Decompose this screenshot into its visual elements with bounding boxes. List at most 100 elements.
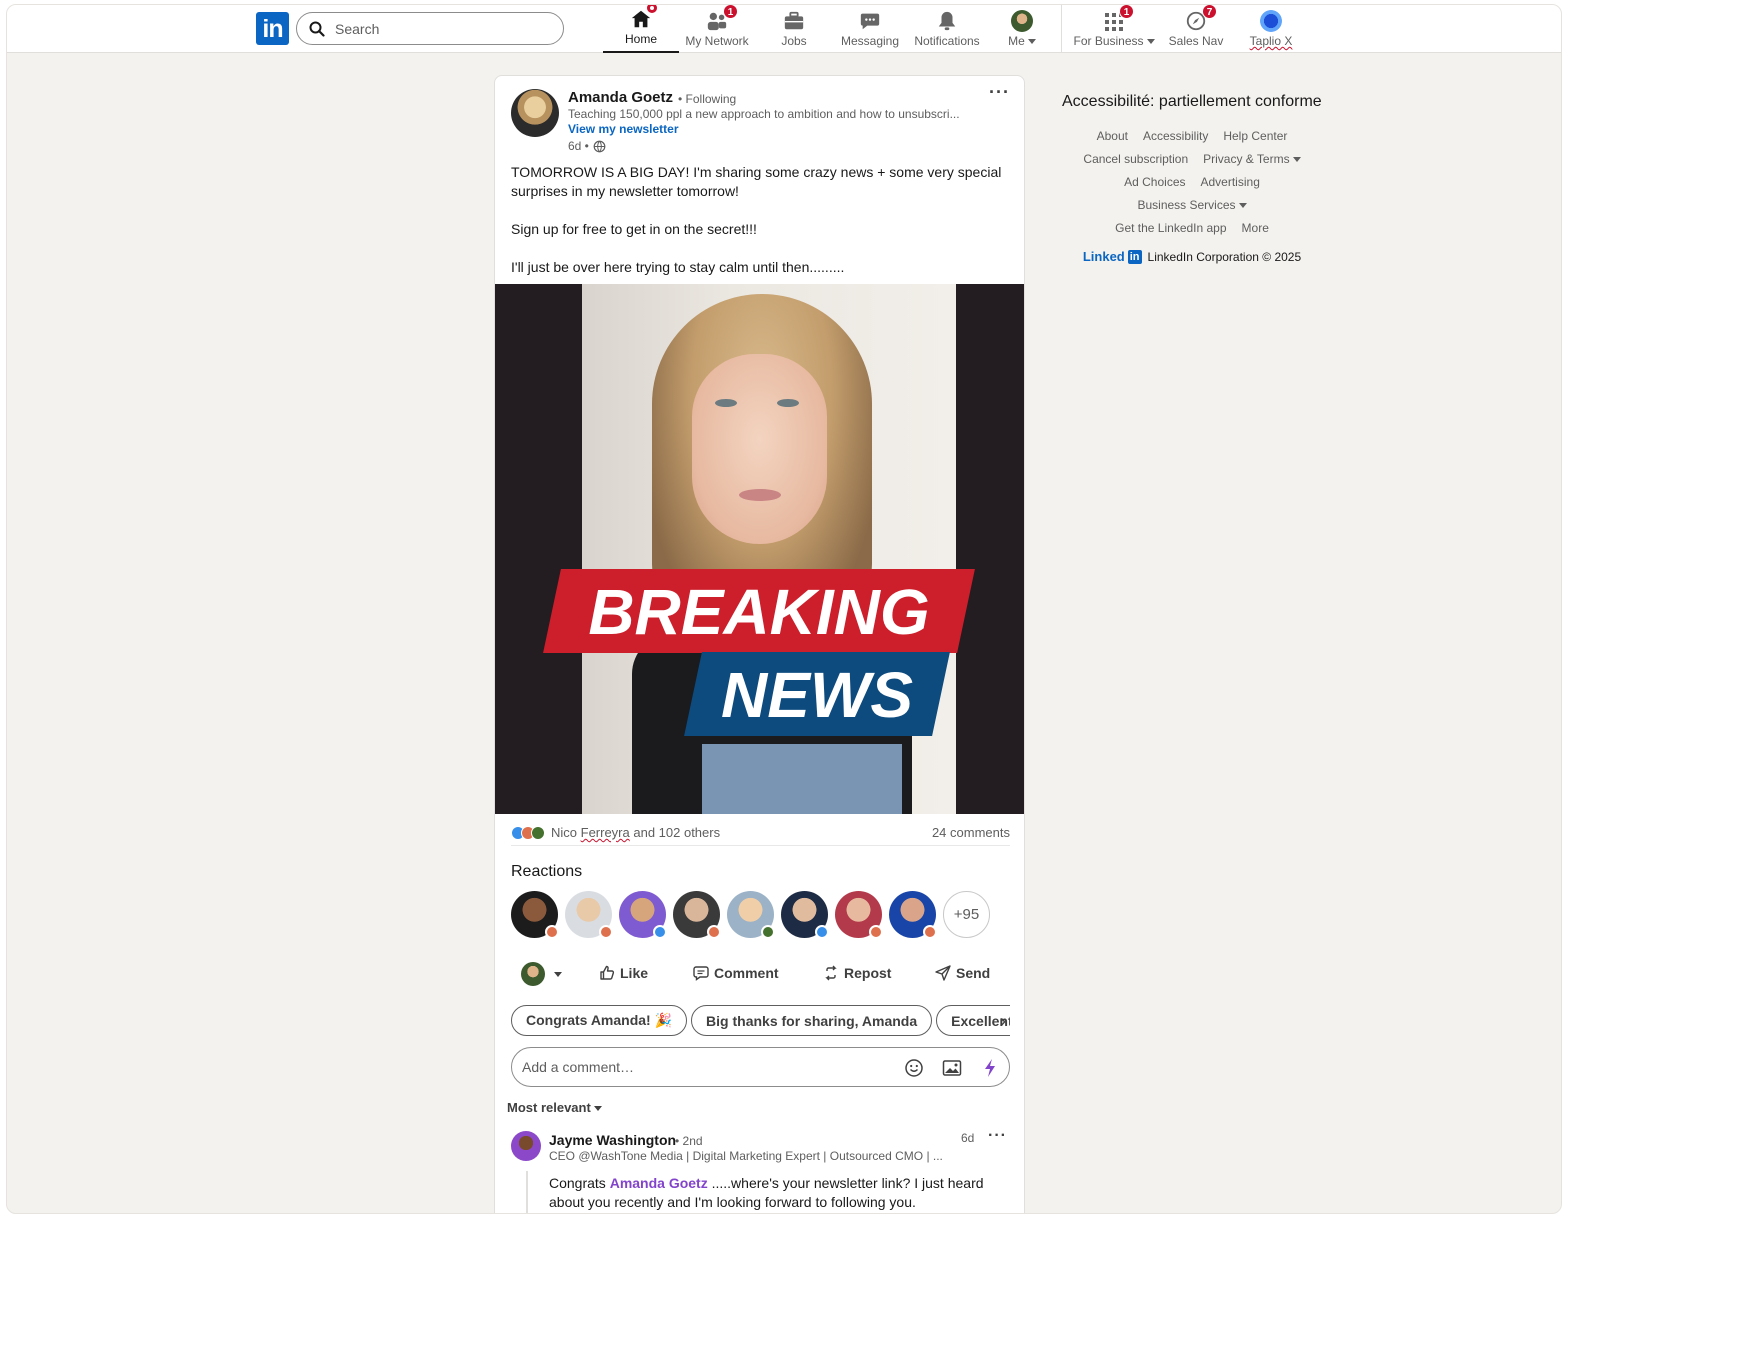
image-icon[interactable] xyxy=(942,1058,962,1083)
suggested-reply-chip[interactable]: Congrats Amanda! 🎉 xyxy=(511,1005,688,1036)
footer-link-business[interactable]: Business Services xyxy=(1137,198,1247,212)
commenter-headline: CEO @WashTone Media | Digital Marketing … xyxy=(549,1149,943,1163)
repost-icon xyxy=(825,965,837,981)
comment-more-options-button[interactable]: ··· xyxy=(988,1127,1007,1145)
footer-link-app[interactable]: Get the LinkedIn app xyxy=(1115,221,1226,235)
browser-frame: in Home 1 My Network Jobs xyxy=(6,4,1562,1214)
nav-divider xyxy=(1061,5,1062,53)
reactor-avatar[interactable] xyxy=(781,891,829,939)
view-newsletter-link[interactable]: View my newsletter xyxy=(568,122,679,136)
nav-notifications[interactable]: Notifications xyxy=(907,5,987,53)
reactor-surname: Ferreyra xyxy=(580,825,630,840)
nav-taplio[interactable]: Taplio X xyxy=(1239,5,1303,53)
nav-jobs[interactable]: Jobs xyxy=(759,5,829,53)
accessibility-statement[interactable]: Accessibilité: partiellement conforme xyxy=(1062,93,1322,111)
send-button[interactable]: Send xyxy=(935,965,990,981)
search-input[interactable] xyxy=(335,20,535,37)
nav-label: Me xyxy=(1008,34,1036,48)
comment-input[interactable] xyxy=(522,1059,892,1075)
author-avatar[interactable] xyxy=(511,89,559,137)
comment-text: Congrats Amanda Goetz .....where's your … xyxy=(549,1175,984,1210)
suggested-reply-chip[interactable]: Excellent xyxy=(936,1005,1010,1036)
post-time: 6d • xyxy=(568,139,589,153)
footer-link-cancel[interactable]: Cancel subscription xyxy=(1083,152,1188,166)
nav-label: Taplio X xyxy=(1249,34,1293,48)
reactor-avatar[interactable] xyxy=(835,891,883,939)
search-bar[interactable] xyxy=(296,12,564,45)
author-name[interactable]: Amanda Goetz xyxy=(568,89,673,106)
grid-icon: 1 xyxy=(1104,5,1134,32)
network-badge: 1 xyxy=(723,5,738,19)
reactor-avatar[interactable] xyxy=(619,891,667,939)
business-badge: 1 xyxy=(1119,5,1134,19)
nav-label: Notifications xyxy=(914,34,980,48)
following-status: • Following xyxy=(678,92,737,106)
reactor-avatar[interactable] xyxy=(889,891,937,939)
globe-icon xyxy=(593,140,606,152)
chevron-down-icon xyxy=(554,971,562,977)
footer-link-advertising[interactable]: Advertising xyxy=(1201,175,1260,189)
search-icon xyxy=(309,21,325,37)
footer-link-more[interactable]: More xyxy=(1242,221,1269,235)
reactor-avatar[interactable] xyxy=(727,891,775,939)
nav-label: Home xyxy=(624,32,657,46)
commenter-name[interactable]: Jayme Washington xyxy=(549,1132,676,1148)
comment-label: Comment xyxy=(714,965,779,981)
nav-label: Messaging xyxy=(840,34,900,48)
like-label: Like xyxy=(620,965,649,981)
nav-sales-nav[interactable]: 7 Sales Nav xyxy=(1163,5,1229,53)
connection-degree: • 2nd xyxy=(675,1134,703,1148)
footer-link-adchoices[interactable]: Ad Choices xyxy=(1124,175,1185,189)
news-text: NEWS xyxy=(721,659,913,731)
lightning-icon[interactable] xyxy=(982,1058,998,1083)
send-icon xyxy=(935,965,951,981)
chevron-down-icon xyxy=(1146,39,1155,45)
emoji-icon[interactable] xyxy=(904,1058,924,1083)
comments-count-link[interactable]: 24 comments xyxy=(932,825,1010,840)
comment-composer[interactable] xyxy=(511,1047,1010,1087)
reactor-avatar[interactable] xyxy=(511,891,559,939)
repost-button[interactable]: Repost xyxy=(823,965,891,981)
like-button[interactable]: Like xyxy=(599,965,648,981)
post-image[interactable]: BREAKING NEWS xyxy=(495,284,1024,814)
nav-for-business[interactable]: 1 For Business xyxy=(1071,5,1157,53)
nav-label: Sales Nav xyxy=(1168,34,1224,48)
footer-link-about[interactable]: About xyxy=(1097,129,1128,143)
social-counts: Nico Ferreyra and 102 others 24 comments xyxy=(511,820,1010,846)
footer-link-privacy[interactable]: Privacy & Terms xyxy=(1203,152,1301,166)
commenter-avatar[interactable] xyxy=(511,1131,541,1161)
more-reactors-count[interactable]: +95 xyxy=(943,891,990,938)
comment-button[interactable]: Comment xyxy=(693,965,779,981)
support-reaction-icon xyxy=(531,825,545,840)
nav-me[interactable]: Me xyxy=(997,5,1047,53)
comment-sort-dropdown[interactable]: Most relevant xyxy=(507,1100,602,1115)
sort-label: Most relevant xyxy=(507,1100,591,1115)
post-paragraph: TOMORROW IS A BIG DAY! I'm sharing some … xyxy=(511,164,1002,199)
suggested-reply-chip[interactable]: Big thanks for sharing, Amanda xyxy=(691,1005,933,1036)
post-action-bar: Like Comment Repost Send xyxy=(511,959,1010,989)
mention-link[interactable]: Amanda Goetz xyxy=(610,1175,708,1191)
reactions-summary[interactable]: Nico Ferreyra and 102 others xyxy=(511,825,720,840)
footer-link-help[interactable]: Help Center xyxy=(1223,129,1287,143)
reaction-identity-switcher[interactable] xyxy=(521,962,562,986)
nav-label: Jobs xyxy=(781,34,807,48)
brand-in-logo: in xyxy=(1127,249,1142,264)
chevron-down-icon xyxy=(1292,157,1301,163)
nav-messaging[interactable]: Messaging xyxy=(833,5,907,53)
chat-icon xyxy=(859,8,881,32)
compass-icon: 7 xyxy=(1185,5,1217,32)
nav-my-network[interactable]: 1 My Network xyxy=(679,5,755,53)
reaction-icons xyxy=(511,825,545,840)
reactor-avatar[interactable] xyxy=(565,891,613,939)
reactor-avatar[interactable] xyxy=(673,891,721,939)
nav-label: My Network xyxy=(685,34,749,48)
footer-link-accessibility[interactable]: Accessibility xyxy=(1143,129,1208,143)
post-timestamp: 6d • xyxy=(568,139,606,153)
post-more-options-button[interactable]: ··· xyxy=(989,82,1010,103)
linkedin-logo[interactable]: in xyxy=(256,12,289,45)
nav-home[interactable]: Home xyxy=(603,5,679,53)
reactions-others: and 102 others xyxy=(629,825,721,840)
chevron-down-icon xyxy=(1027,39,1036,45)
nav-label: For Business xyxy=(1073,34,1155,48)
chevron-right-icon[interactable]: › xyxy=(1000,1011,1006,1032)
